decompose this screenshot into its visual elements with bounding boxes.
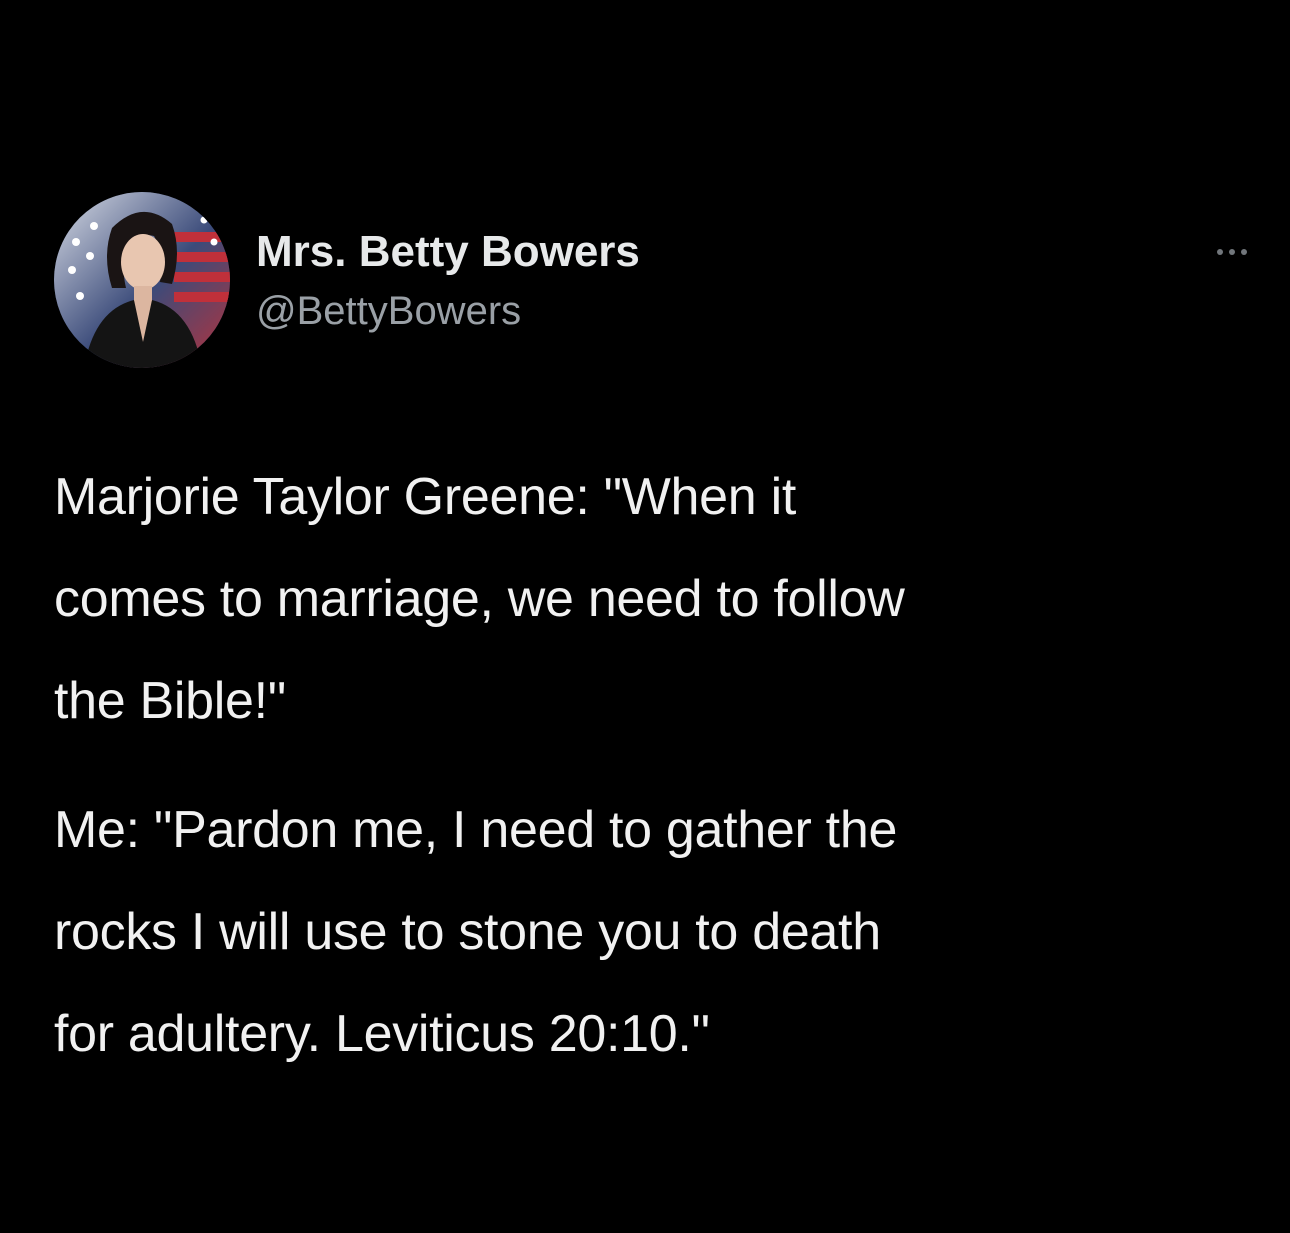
author-display-name[interactable]: Mrs. Betty Bowers xyxy=(256,226,640,278)
avatar[interactable] xyxy=(54,192,230,368)
ellipsis-icon-dot xyxy=(1229,249,1235,255)
ellipsis-icon-dot xyxy=(1241,249,1247,255)
author-handle[interactable]: @BettyBowers xyxy=(256,287,521,335)
tweet-paragraph: Marjorie Taylor Greene: "When it comes t… xyxy=(54,468,905,730)
tweet-text: Marjorie Taylor Greene: "When it comes t… xyxy=(54,446,1254,1085)
ellipsis-icon xyxy=(1217,249,1223,255)
tweet: Mrs. Betty Bowers @BettyBowers Marjorie … xyxy=(0,0,1290,1233)
tweet-paragraph: Me: "Pardon me, I need to gather the roc… xyxy=(54,801,898,1063)
more-options-button[interactable] xyxy=(1200,238,1264,266)
avatar-image xyxy=(54,192,230,368)
